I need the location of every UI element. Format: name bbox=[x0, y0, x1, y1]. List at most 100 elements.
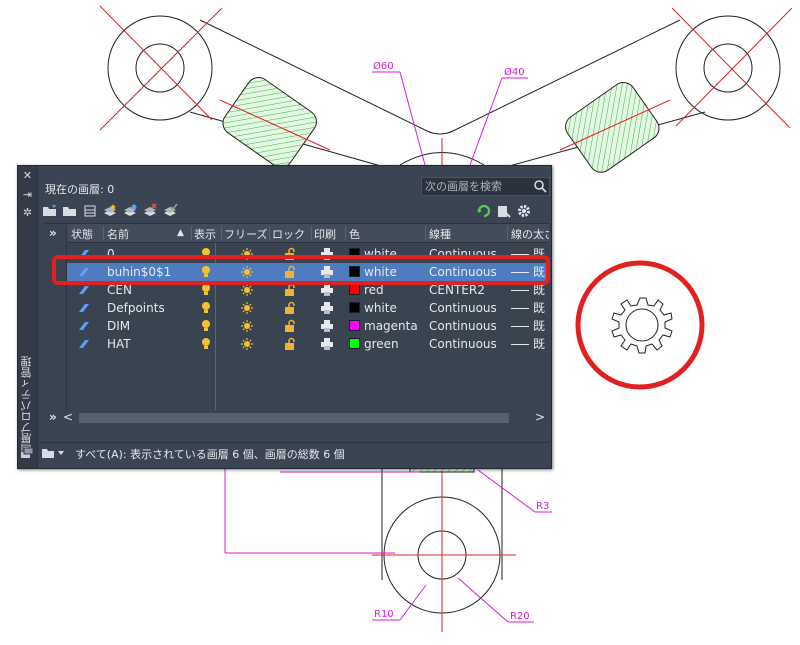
gear-icon[interactable] bbox=[516, 203, 532, 219]
center-hub bbox=[399, 138, 485, 168]
sun-thawed-icon[interactable] bbox=[240, 283, 254, 297]
layer-name[interactable]: DIM bbox=[107, 318, 130, 334]
sort-ascending-icon: ▲ bbox=[177, 228, 184, 238]
layer-row[interactable]: Defpoints white Continuous 既 bbox=[67, 299, 549, 317]
layer-color[interactable]: green bbox=[349, 336, 399, 352]
header-separator bbox=[311, 226, 312, 240]
gear-symbol bbox=[611, 297, 673, 354]
layer-status-icon[interactable] bbox=[77, 283, 91, 297]
lineweight-value: 既 bbox=[533, 319, 546, 333]
sun-thawed-icon[interactable] bbox=[240, 301, 254, 315]
layer-row[interactable]: DIM magenta Continuous 既 bbox=[67, 317, 549, 335]
color-name: green bbox=[364, 337, 399, 351]
color-swatch bbox=[349, 338, 360, 349]
layer-linetype[interactable]: Continuous bbox=[429, 336, 497, 352]
refresh-icon[interactable] bbox=[476, 203, 492, 219]
new-property-filter-icon[interactable] bbox=[42, 203, 58, 219]
header-linetype[interactable]: 線種 bbox=[429, 226, 451, 242]
current-layer-label: 現在の画層: 0 bbox=[45, 183, 115, 196]
layer-name[interactable]: Defpoints bbox=[107, 300, 165, 316]
expand-filter-icon[interactable]: » bbox=[49, 226, 57, 240]
layer-row[interactable]: HAT green Continuous 既 bbox=[67, 335, 549, 353]
lineweight-sample bbox=[511, 308, 529, 309]
layer-search-input[interactable] bbox=[425, 178, 525, 195]
layer-settings-icon[interactable] bbox=[496, 203, 512, 219]
layer-count-status: すべて(A): 表示されている画層 6 個、画層の総数 6 個 bbox=[75, 448, 345, 461]
new-group-filter-icon[interactable] bbox=[62, 203, 78, 219]
header-separator bbox=[269, 226, 270, 240]
lightbulb-on-icon[interactable] bbox=[199, 301, 213, 315]
layer-status-icon[interactable] bbox=[77, 301, 91, 315]
sun-thawed-icon[interactable] bbox=[240, 337, 254, 351]
lightbulb-on-icon[interactable] bbox=[199, 337, 213, 351]
lightbulb-on-icon[interactable] bbox=[199, 283, 213, 297]
layer-lineweight[interactable]: 既 bbox=[511, 300, 545, 316]
sun-thawed-icon[interactable] bbox=[240, 319, 254, 333]
hatch-left bbox=[219, 77, 331, 168]
header-name[interactable]: 名前 bbox=[107, 226, 129, 242]
header-plot[interactable]: 印刷 bbox=[314, 226, 336, 242]
layer-color[interactable]: white bbox=[349, 300, 397, 316]
palette-side-strip[interactable]: ✕ ⇥ ✲ 画層プロパティ管理 bbox=[18, 166, 38, 468]
header-lineweight[interactable]: 線の太さ bbox=[511, 226, 549, 242]
palette-title: 画層プロパティ管理 bbox=[20, 356, 33, 455]
printer-icon[interactable] bbox=[320, 301, 334, 315]
scroll-left-button[interactable]: < bbox=[63, 410, 73, 424]
layer-linetype[interactable]: Continuous bbox=[429, 300, 497, 316]
lock-unlocked-icon[interactable] bbox=[283, 337, 297, 351]
autohide-icon[interactable]: ⇥ bbox=[18, 188, 37, 201]
header-color[interactable]: 色 bbox=[349, 226, 360, 242]
right-boss bbox=[671, 7, 793, 129]
set-current-icon[interactable] bbox=[162, 203, 178, 219]
color-swatch bbox=[349, 320, 360, 331]
scroll-right-button[interactable]: > bbox=[535, 410, 545, 424]
selected-layer-highlight-box bbox=[52, 255, 550, 285]
header-separator bbox=[103, 226, 104, 240]
lineweight-value: 既 bbox=[533, 337, 546, 351]
layer-linetype[interactable]: Continuous bbox=[429, 318, 497, 334]
color-swatch bbox=[349, 302, 360, 313]
header-separator bbox=[221, 226, 222, 240]
delete-layer-icon[interactable] bbox=[142, 203, 158, 219]
layer-properties-palette[interactable]: ✕ ⇥ ✲ 画層プロパティ管理 現在の画層: 0 » 状態 名前 bbox=[17, 165, 552, 469]
lineweight-value: 既 bbox=[533, 283, 546, 297]
filter-tree-toggle[interactable]: » bbox=[45, 224, 67, 416]
printer-icon[interactable] bbox=[320, 283, 334, 297]
layer-search-box[interactable] bbox=[421, 177, 550, 196]
header-status[interactable]: 状態 bbox=[71, 226, 93, 242]
collapse-filter-icon[interactable]: » bbox=[49, 410, 57, 424]
printer-icon[interactable] bbox=[320, 319, 334, 333]
header-on[interactable]: 表示 bbox=[194, 226, 216, 242]
header-lock[interactable]: ロック bbox=[272, 226, 305, 242]
properties-icon[interactable]: ✲ bbox=[18, 206, 37, 219]
gear-highlight-circle bbox=[575, 260, 705, 390]
dim-r3: R3 bbox=[536, 501, 549, 512]
layer-lineweight[interactable]: 既 bbox=[511, 318, 545, 334]
layer-lineweight[interactable]: 既 bbox=[511, 336, 545, 352]
search-icon[interactable] bbox=[533, 179, 547, 193]
layer-name[interactable]: HAT bbox=[107, 336, 131, 352]
horizontal-scrollbar[interactable]: » < > bbox=[45, 410, 549, 427]
lineweight-sample bbox=[511, 290, 529, 291]
layer-grid[interactable]: » 状態 名前 ▲ 表示 フリーズ ロック 印刷 色 線種 線の太さ 0whit… bbox=[45, 223, 549, 416]
lightbulb-on-icon[interactable] bbox=[199, 319, 213, 333]
printer-icon[interactable] bbox=[320, 337, 334, 351]
close-icon[interactable]: ✕ bbox=[18, 169, 37, 182]
layer-status-icon[interactable] bbox=[77, 319, 91, 333]
new-layer-vp-frozen-icon[interactable] bbox=[122, 203, 138, 219]
header-separator bbox=[425, 226, 426, 240]
layer-states-icon[interactable] bbox=[82, 203, 98, 219]
new-layer-icon[interactable] bbox=[102, 203, 118, 219]
layer-status-icon[interactable] bbox=[77, 337, 91, 351]
lineweight-sample bbox=[511, 344, 529, 345]
scrollbar-thumb[interactable] bbox=[79, 413, 509, 423]
header-freeze[interactable]: フリーズ bbox=[224, 226, 267, 242]
layer-manager-icon bbox=[21, 447, 34, 458]
filter-status-icon[interactable] bbox=[41, 446, 67, 460]
dim-d60: Ø60 bbox=[373, 60, 394, 72]
lock-unlocked-icon[interactable] bbox=[283, 283, 297, 297]
dim-r10: R10 bbox=[374, 609, 394, 620]
lock-unlocked-icon[interactable] bbox=[283, 301, 297, 315]
lock-unlocked-icon[interactable] bbox=[283, 319, 297, 333]
layer-color[interactable]: magenta bbox=[349, 318, 418, 334]
